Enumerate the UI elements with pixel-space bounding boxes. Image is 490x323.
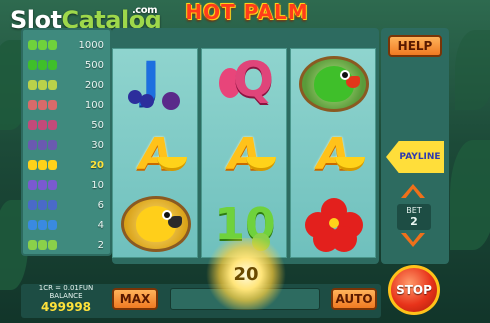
bet-increase-arrow-icon[interactable] [401,184,425,198]
paytable-value: 4 [97,219,104,231]
reels-frame: J A Q A 10 A [112,28,379,264]
paytable-row: 4 [23,216,110,234]
help-button[interactable]: HELP [388,35,442,57]
reel-3: A [290,48,376,258]
credit-rate: 1CR = 0.01FUN [38,284,94,292]
paytable-value: 10 [91,179,104,191]
a-symbol: A [227,128,263,180]
hibiscus-icon [305,198,363,252]
dragonfruit-icon [28,119,58,131]
passionfruit-icon [162,92,180,110]
paytable-value: 6 [97,199,104,211]
paytable-row: 2 [23,236,110,254]
autoplay-button[interactable]: AUTO [331,288,377,310]
passionfruit-icon [28,139,58,151]
reel-cell [113,189,199,259]
banana-icon [28,159,58,171]
win-amount: 20 [233,263,259,285]
q-symbol: Q [233,52,274,108]
paytable-value: 100 [84,99,104,111]
paytable-row: 30 [23,136,110,154]
game-title: HOT PALM [185,0,309,24]
blueberry-icon [140,94,154,108]
bet-display: BET 2 [397,204,431,230]
paytable-row: 200 [23,76,110,94]
paytable-value: 2 [97,239,104,251]
paytable-value: 1000 [78,39,104,51]
win-burst: 20 [204,238,288,310]
reel-cell: A [113,119,199,189]
paytable-value: 50 [91,119,104,131]
plum-icon [28,179,58,191]
yellow-parrot-icon [28,79,58,91]
paytable-row: 500 [23,56,110,74]
a-symbol: A [138,128,174,180]
foliage-decoration [455,30,490,110]
reel-2: Q A 10 [201,48,287,258]
reel-cell: A [291,119,377,189]
reel-cell: A [202,119,288,189]
stop-spin-button[interactable]: STOP [388,265,440,315]
reel-cell [291,49,377,119]
reel-1: J A [112,48,198,258]
paytable-value: 500 [84,59,104,71]
green-parrot-icon [299,56,369,112]
reel-cell: Q [202,49,288,119]
paytable-row: 10 [23,176,110,194]
foliage-decoration [450,140,490,250]
reel-cell: J [113,49,199,119]
paytable-row: 50 [23,116,110,134]
paytable-row: 20 [23,156,110,174]
paytable-row: 100 [23,96,110,114]
paytable: 1000 500 200 100 50 30 20 10 6 4 2 [21,28,112,256]
paytable-row: 6 [23,196,110,214]
paytable-value: 200 [84,79,104,91]
a-symbol: A [316,128,352,180]
hibiscus-icon [28,99,58,111]
palm-tree-icon [28,39,58,51]
yellow-parrot-icon [121,196,191,252]
reel-cell [291,189,377,259]
balance-label: BALANCE [49,292,83,300]
balance-display: 1CR = 0.01FUN BALANCE 499998 [27,284,105,318]
paytable-value: 30 [91,139,104,151]
bet-decrease-arrow-icon[interactable] [401,233,425,247]
green-parrot-icon [28,59,58,71]
lime-icon [28,239,58,251]
max-bet-button[interactable]: MAX [112,288,158,310]
blueberry-icon [28,219,58,231]
grape-icon [28,199,58,211]
balance-value: 499998 [40,300,92,314]
bet-value: 2 [410,215,418,228]
bet-label: BET [406,206,422,215]
paytable-value: 20 [90,159,104,171]
paytable-row: 1000 [23,36,110,54]
watermark-suffix: .com [132,5,158,16]
